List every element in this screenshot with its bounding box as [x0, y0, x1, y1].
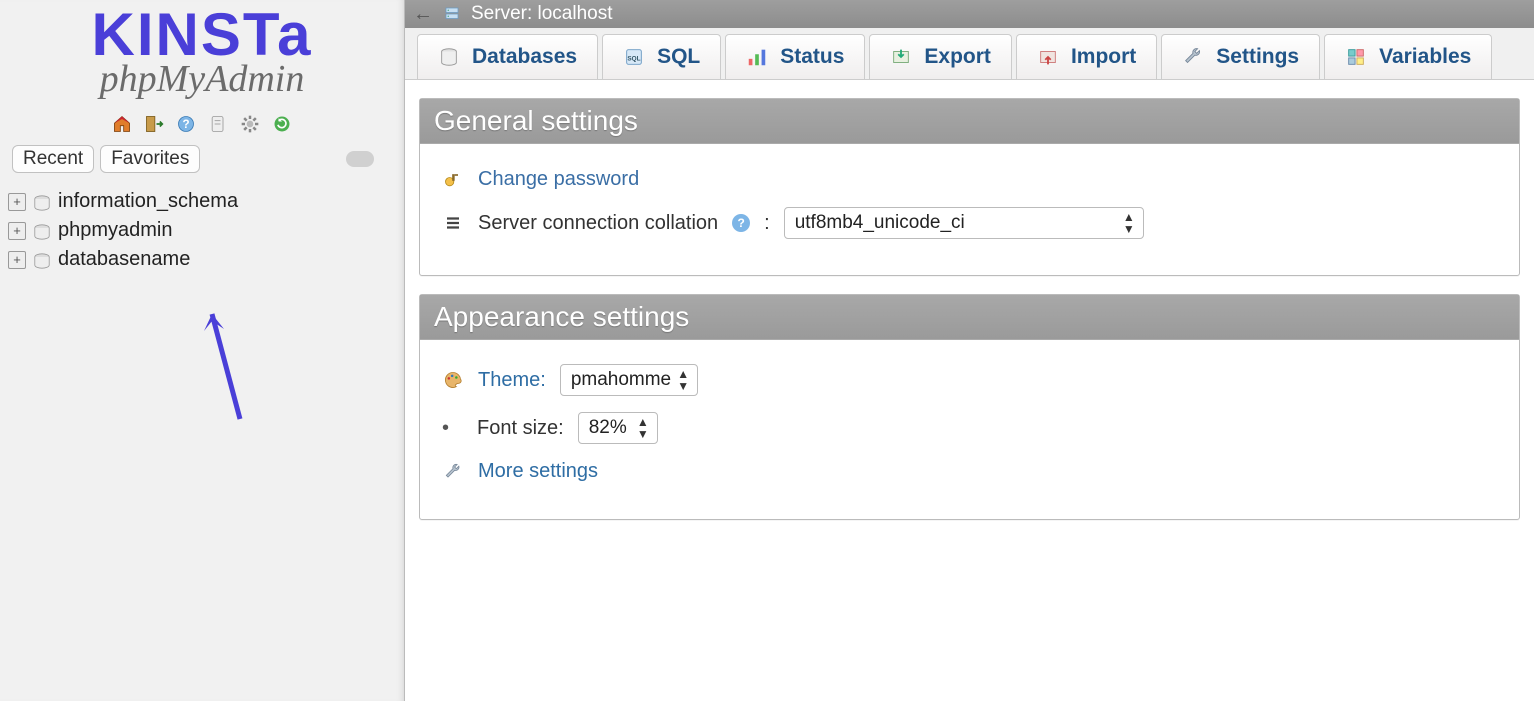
theme-value: pmahomme — [571, 369, 671, 391]
database-icon — [32, 252, 52, 268]
tab-databases[interactable]: Databases — [417, 34, 598, 79]
status-icon — [746, 46, 768, 68]
tab-export[interactable]: Export — [869, 34, 1012, 79]
home-icon[interactable] — [111, 113, 133, 135]
tree-item-label: phpmyadmin — [58, 219, 173, 242]
chevron-updown-icon: ▲▼ — [1123, 211, 1135, 235]
collation-select[interactable]: utf8mb4_unicode_ci ▲▼ — [784, 207, 1144, 239]
tab-label: Databases — [472, 45, 577, 69]
svg-text:?: ? — [182, 118, 189, 131]
reload-icon[interactable] — [271, 113, 293, 135]
tree-item-phpmyadmin[interactable]: + phpmyadmin — [8, 216, 396, 245]
tree-item-label: databasename — [58, 248, 190, 271]
brand-phpmyadmin-logo: phpMyAdmin — [0, 57, 404, 101]
tab-label: Status — [780, 45, 844, 69]
sidebar-icon-toolbar: ? — [0, 107, 404, 141]
docs-icon[interactable] — [207, 113, 229, 135]
topbar: ← Server: localhost — [405, 0, 1534, 28]
variables-icon — [1345, 46, 1367, 68]
tab-label: Export — [924, 45, 991, 69]
theme-label: Theme: — [478, 369, 546, 392]
help-icon[interactable]: ? — [732, 214, 750, 232]
annotation-arrow-icon — [200, 299, 260, 429]
font-size-label: Font size: — [477, 417, 564, 440]
svg-text:SQL: SQL — [627, 56, 640, 63]
expand-icon[interactable]: + — [8, 193, 26, 211]
brand: KINSTa phpMyAdmin — [0, 0, 404, 107]
main-nav: Databases SQL SQL Status Export — [405, 28, 1534, 80]
tab-label: Variables — [1379, 45, 1471, 69]
sidebar-tabs: Recent Favorites — [0, 141, 404, 177]
tab-status[interactable]: Status — [725, 34, 865, 79]
tab-label: Settings — [1216, 45, 1299, 69]
brand-kinsta-logo: KINSTa — [0, 6, 404, 63]
tree-item-information-schema[interactable]: + information_schema — [8, 187, 396, 216]
font-size-value: 82% — [589, 417, 627, 439]
database-tree: + information_schema + phpmyadmin + data… — [0, 177, 404, 284]
expand-icon[interactable]: + — [8, 222, 26, 240]
tree-item-databasename[interactable]: + databasename — [8, 245, 396, 274]
more-settings-link[interactable]: More settings — [478, 460, 598, 483]
chevron-updown-icon: ▲▼ — [677, 368, 689, 392]
link-toggle-icon[interactable] — [346, 151, 374, 167]
sidebar: KINSTa phpMyAdmin ? Recent — [0, 0, 405, 701]
theme-row: Theme: pmahomme ▲▼ — [442, 356, 1497, 404]
recent-button[interactable]: Recent — [12, 145, 94, 173]
server-breadcrumb[interactable]: Server: localhost — [471, 3, 613, 25]
panel-title: Appearance settings — [420, 295, 1519, 340]
export-icon — [890, 46, 912, 68]
collation-value: utf8mb4_unicode_ci — [795, 212, 965, 234]
tab-label: SQL — [657, 45, 700, 69]
panel-title: General settings — [420, 99, 1519, 144]
list-icon — [442, 212, 464, 234]
theme-select[interactable]: pmahomme ▲▼ — [560, 364, 698, 396]
tab-settings[interactable]: Settings — [1161, 34, 1320, 79]
database-icon — [438, 46, 460, 68]
main: ← Server: localhost Databases SQL SQL — [405, 0, 1534, 701]
server-icon — [443, 5, 461, 23]
collation-label: Server connection collation — [478, 212, 718, 235]
favorites-button[interactable]: Favorites — [100, 145, 200, 173]
tab-import[interactable]: Import — [1016, 34, 1157, 79]
change-password-row: Change password — [442, 160, 1497, 199]
tab-label: Import — [1071, 45, 1136, 69]
more-settings-row: More settings — [442, 452, 1497, 491]
change-password-link[interactable]: Change password — [478, 168, 639, 191]
tab-variables[interactable]: Variables — [1324, 34, 1492, 79]
wrench-icon — [442, 461, 464, 483]
database-icon — [32, 194, 52, 210]
palette-icon — [442, 369, 464, 391]
wrench-icon — [1182, 46, 1204, 68]
font-size-row: Font size: 82% ▲▼ — [442, 404, 1497, 452]
tab-sql[interactable]: SQL SQL — [602, 34, 721, 79]
gear-icon[interactable] — [239, 113, 261, 135]
sql-icon: SQL — [623, 46, 645, 68]
back-button[interactable]: ← — [413, 4, 433, 24]
logout-icon[interactable] — [143, 113, 165, 135]
chevron-updown-icon: ▲▼ — [637, 416, 649, 440]
key-icon — [442, 169, 464, 191]
import-icon — [1037, 46, 1059, 68]
panel-appearance-settings: Appearance settings Theme: pmahomme ▲▼ F… — [419, 294, 1520, 520]
font-size-select[interactable]: 82% ▲▼ — [578, 412, 658, 444]
help-icon[interactable]: ? — [175, 113, 197, 135]
expand-icon[interactable]: + — [8, 251, 26, 269]
panel-general-settings: General settings Change password Server … — [419, 98, 1520, 276]
database-icon — [32, 223, 52, 239]
collation-row: Server connection collation ? : utf8mb4_… — [442, 199, 1497, 247]
tree-item-label: information_schema — [58, 190, 238, 213]
